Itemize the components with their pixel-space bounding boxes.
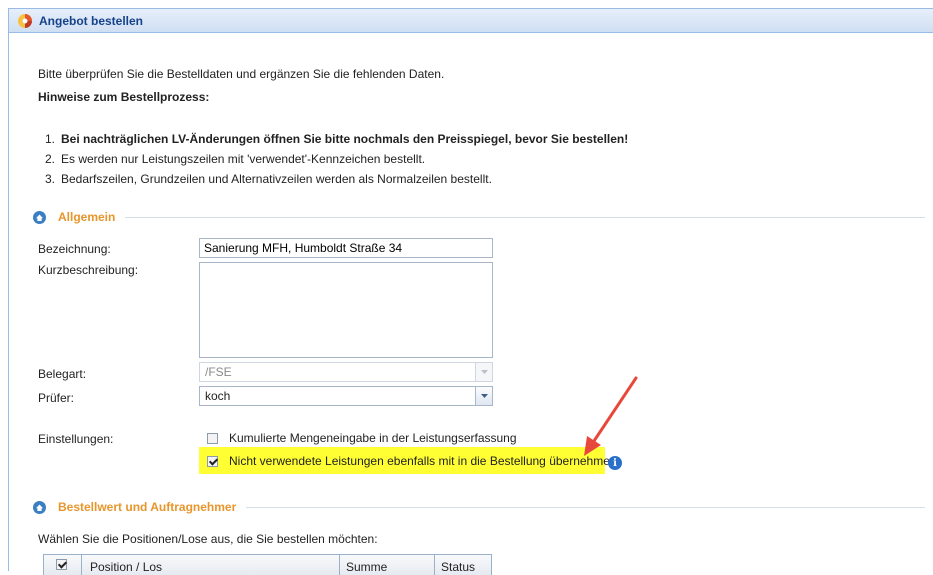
hint-text: Bei nachträglichen LV-Änderungen öffnen … xyxy=(61,132,629,146)
einstellungen-label: Einstellungen: xyxy=(38,432,114,446)
option-kumuliert[interactable]: Kumulierte Mengeneingabe in der Leistung… xyxy=(207,431,517,445)
hint-text: Es werden nur Leistungszeilen mit 'verwe… xyxy=(61,152,426,166)
order-instruction: Wählen Sie die Positionen/Lose aus, die … xyxy=(38,532,378,546)
nicht-verwendet-checkbox[interactable] xyxy=(207,455,218,467)
collapse-up-icon[interactable] xyxy=(33,210,46,224)
hint-number: 3. xyxy=(44,172,55,186)
dropdown-arrow-icon xyxy=(475,363,492,381)
belegart-value: /FSE xyxy=(205,365,232,379)
select-all-checkbox[interactable] xyxy=(56,559,67,570)
section-general-header[interactable]: Allgemein xyxy=(33,210,925,224)
collapse-up-icon[interactable] xyxy=(33,500,46,514)
hint-heading: Hinweise zum Bestellprozess: xyxy=(38,90,210,104)
column-header-status[interactable]: Status xyxy=(435,555,492,575)
app-logo-icon xyxy=(18,13,32,28)
pruefer-select[interactable]: koch xyxy=(199,386,493,406)
hint-number: 1. xyxy=(44,132,55,146)
section-divider xyxy=(246,506,925,508)
hint-number: 2. xyxy=(44,152,55,166)
option-nicht-verwendet[interactable]: Nicht verwendete Leistungen ebenfalls mi… xyxy=(207,454,617,468)
column-header-summe[interactable]: Summe xyxy=(340,555,435,575)
belegart-label: Belegart: xyxy=(38,367,87,381)
kurzbeschreibung-label: Kurzbeschreibung: xyxy=(38,263,139,277)
bezeichnung-field[interactable] xyxy=(199,238,493,258)
pruefer-value: koch xyxy=(205,389,231,403)
annotation-arrow-icon xyxy=(584,376,638,456)
nicht-verwendet-label: Nicht verwendete Leistungen ebenfalls mi… xyxy=(229,454,617,468)
hint-item: 3. Bedarfszeilen, Grundzeilen und Alterna… xyxy=(38,172,492,186)
dialog-title: Angebot bestellen xyxy=(39,13,144,28)
section-divider xyxy=(125,216,925,218)
column-header-position[interactable]: Position / Los xyxy=(82,555,340,575)
belegart-select: /FSE xyxy=(199,362,493,382)
positions-table: Position / Los Summe Status xyxy=(43,554,492,575)
bezeichnung-label: Bezeichnung: xyxy=(38,242,111,256)
kurzbeschreibung-field[interactable] xyxy=(199,262,493,358)
hint-item: 1. Bei nachträglichen LV-Änderungen öffne… xyxy=(38,132,628,146)
section-order-header[interactable]: Bestellwert und Auftragnehmer xyxy=(33,500,925,514)
select-all-column[interactable] xyxy=(44,555,82,575)
kumuliert-label: Kumulierte Mengeneingabe in der Leistung… xyxy=(229,431,517,445)
dropdown-arrow-icon[interactable] xyxy=(475,387,492,405)
intro-text: Bitte überprüfen Sie die Bestelldaten un… xyxy=(38,67,445,81)
section-order-title: Bestellwert und Auftragnehmer xyxy=(58,500,237,514)
hint-text: Bedarfszeilen, Grundzeilen und Alternati… xyxy=(61,172,492,186)
section-general-title: Allgemein xyxy=(58,210,116,224)
hint-item: 2. Es werden nur Leistungszeilen mit 'ver… xyxy=(38,152,425,166)
pruefer-label: Prüfer: xyxy=(38,391,75,405)
kumuliert-checkbox[interactable] xyxy=(207,432,218,444)
dialog-titlebar: Angebot bestellen xyxy=(9,9,933,33)
